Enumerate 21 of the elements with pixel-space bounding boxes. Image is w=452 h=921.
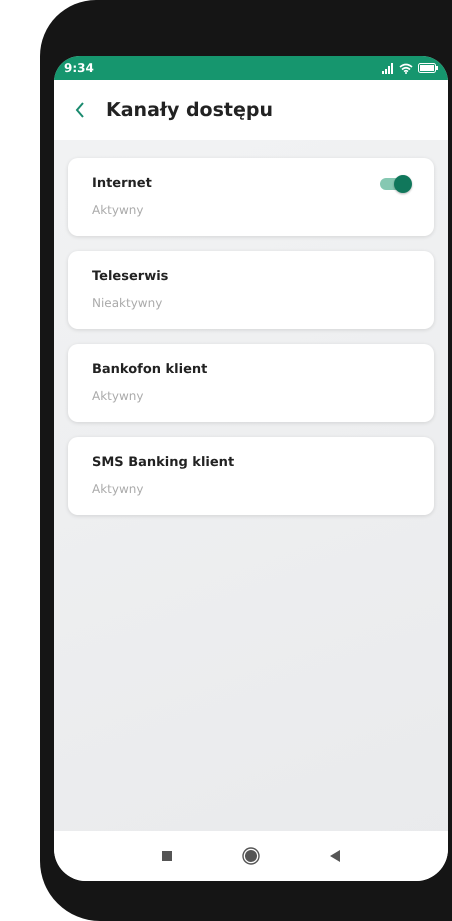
channel-name: Bankofon klient [92, 362, 208, 377]
back-icon[interactable] [74, 101, 86, 119]
status-time: 9:34 [64, 61, 94, 75]
toggle-switch[interactable] [380, 178, 410, 190]
channel-status: Aktywny [92, 482, 144, 496]
channel-name: Internet [92, 176, 152, 191]
channel-card[interactable]: Teleserwis Nieaktywny [68, 251, 434, 329]
wifi-icon [399, 62, 413, 74]
channel-status: Nieaktywny [92, 296, 164, 310]
battery-icon [418, 63, 438, 73]
channel-card[interactable]: Bankofon klient Aktywny [68, 344, 434, 422]
channel-name: Teleserwis [92, 269, 168, 284]
channel-card[interactable]: SMS Banking klient Aktywny [68, 437, 434, 515]
channel-status: Aktywny [92, 203, 144, 217]
signal-icon [380, 62, 394, 74]
home-icon[interactable] [242, 847, 260, 865]
channel-status: Aktywny [92, 389, 144, 403]
channel-card[interactable]: Internet Aktywny [68, 158, 434, 236]
channel-name: SMS Banking klient [92, 455, 234, 470]
page-title: Kanały dostępu [106, 99, 274, 121]
back-triangle-icon[interactable] [330, 850, 340, 862]
